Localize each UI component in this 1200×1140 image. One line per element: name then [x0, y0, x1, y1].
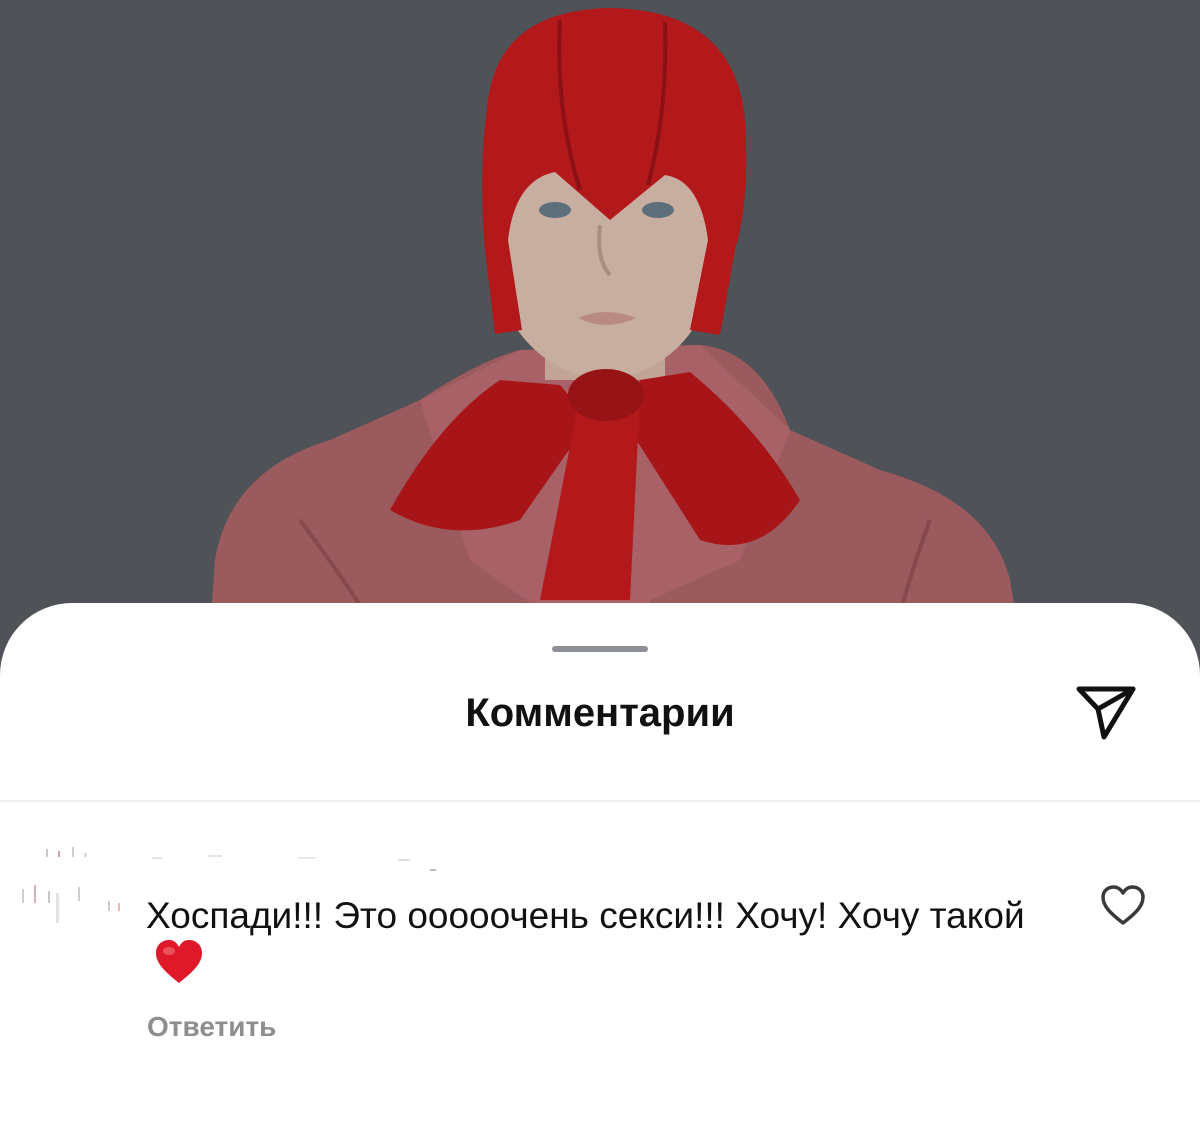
red-heart-emoji [154, 939, 204, 996]
sheet-drag-handle[interactable] [552, 646, 648, 652]
share-button[interactable] [1070, 683, 1142, 747]
like-button[interactable] [1096, 880, 1150, 934]
header-divider [0, 800, 1200, 802]
post-photo [0, 0, 1200, 700]
send-icon [1074, 683, 1138, 748]
heart-outline-icon [1100, 884, 1146, 931]
comment-body: Хоспади!!! Это ооооочень секси!!! Хочу! … [146, 895, 1025, 936]
reply-button[interactable]: Ответить [147, 1010, 276, 1044]
comments-sheet: Комментарии [0, 603, 1200, 1140]
avatar[interactable] [14, 841, 124, 961]
sheet-title: Комментарии [465, 691, 735, 735]
comment-username[interactable] [148, 849, 468, 875]
comment-text: Хоспади!!! Это ооооочень секси!!! Хочу! … [146, 892, 1046, 996]
